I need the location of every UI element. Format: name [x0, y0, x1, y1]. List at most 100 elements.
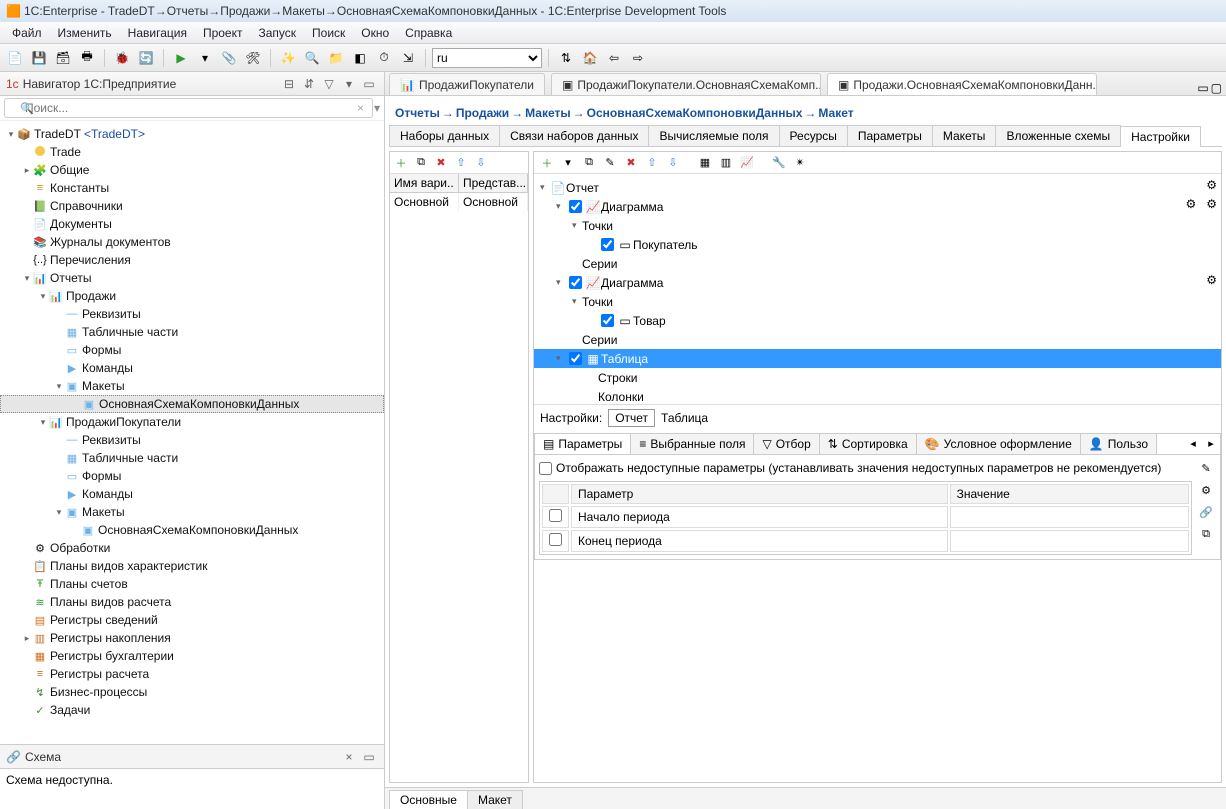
tab-links[interactable]: Связи наборов данных	[499, 125, 649, 146]
add-icon[interactable]: ＋	[392, 154, 410, 172]
run-icon[interactable]: ▶	[170, 47, 192, 69]
add-dropdown-icon[interactable]: ▾	[559, 154, 577, 172]
folder-find-icon[interactable]: 📁	[325, 47, 347, 69]
tree-selected-item[interactable]: ▣ОсновнаяСхемаКомпоновкиДанных	[0, 395, 384, 413]
tab-filter[interactable]: ▽Отбор	[754, 434, 819, 454]
wand-icon[interactable]: ✨	[277, 47, 299, 69]
new-icon[interactable]: 📄	[4, 47, 26, 69]
language-select[interactable]: ru	[432, 48, 542, 68]
delete-icon[interactable]: ✖	[622, 154, 640, 172]
settings-icon[interactable]: ⚙	[1206, 197, 1217, 211]
nav-back-icon[interactable]: ⇦	[603, 47, 625, 69]
menu-window[interactable]: Окно	[353, 24, 397, 42]
menu-file[interactable]: Файл	[4, 24, 50, 42]
tab-cond-appearance[interactable]: 🎨Условное оформление	[917, 434, 1081, 454]
save-icon[interactable]: 💾	[28, 47, 50, 69]
group-icon[interactable]: ▦	[696, 154, 714, 172]
mark-icon[interactable]: ◧	[349, 47, 371, 69]
tools-icon[interactable]: 🛠	[242, 47, 264, 69]
node-checkbox[interactable]	[569, 200, 582, 213]
menu-edit[interactable]: Изменить	[50, 24, 120, 42]
col-variant-pres[interactable]: Представ...	[459, 174, 528, 192]
print-icon[interactable]: 🖶	[76, 47, 98, 69]
minimize-icon[interactable]: ▭	[360, 75, 378, 93]
show-unavailable-checkbox[interactable]	[539, 462, 552, 475]
props-icon[interactable]: ⚙	[1197, 481, 1215, 499]
settings-icon[interactable]: ⚙	[1206, 273, 1217, 287]
refresh-icon[interactable]: 🔄	[135, 47, 157, 69]
chart-icon[interactable]: 📈	[738, 154, 756, 172]
tab-resources[interactable]: Ресурсы	[779, 125, 848, 146]
nav-fwd-icon[interactable]: ⇨	[627, 47, 649, 69]
copy-icon[interactable]: ⧉	[1197, 525, 1215, 543]
param-row[interactable]: Конец периода	[542, 530, 1189, 552]
minimize-editor-icon[interactable]: ▭	[1197, 81, 1208, 95]
link-editor-icon[interactable]: ⇵	[300, 75, 318, 93]
delete-icon[interactable]: ✖	[432, 154, 450, 172]
node-checkbox[interactable]	[569, 352, 582, 365]
tab-calc[interactable]: Вычисляемые поля	[648, 125, 779, 146]
param-checkbox[interactable]	[549, 533, 562, 546]
run-dropdown-icon[interactable]: ▾	[194, 47, 216, 69]
move-down-icon[interactable]: ⇩	[664, 154, 682, 172]
custom-icon[interactable]: ✴	[791, 154, 809, 172]
menu-search[interactable]: Поиск	[304, 24, 353, 42]
collapse-all-icon[interactable]: ⊟	[280, 75, 298, 93]
copy-icon[interactable]: ⧉	[580, 154, 598, 172]
view-menu-icon[interactable]: ▾	[340, 75, 358, 93]
attach-icon[interactable]: 📎	[218, 47, 240, 69]
param-checkbox[interactable]	[549, 509, 562, 522]
menu-run[interactable]: Запуск	[250, 24, 304, 42]
variant-row[interactable]: Основной Основной	[390, 193, 528, 211]
minimize-icon[interactable]: ▭	[360, 748, 378, 766]
tab-parameters[interactable]: ▤Параметры	[535, 434, 631, 454]
navigator-tree[interactable]: ▾📦TradeDT <TradeDT> Trade ▸🧩Общие ≡Конст…	[0, 121, 384, 744]
move-up-icon[interactable]: ⇧	[643, 154, 661, 172]
export-icon[interactable]: ⇲	[397, 47, 419, 69]
move-down-icon[interactable]: ⇩	[472, 154, 490, 172]
search-options-icon[interactable]: ▾	[374, 101, 380, 115]
search-icon[interactable]: 🔍	[301, 47, 323, 69]
saveall-icon[interactable]: 🗃	[52, 47, 74, 69]
tab-datasets[interactable]: Наборы данных	[389, 125, 500, 146]
col-parameter[interactable]: Параметр	[571, 484, 948, 504]
structure-selected[interactable]: ▾▦Таблица	[534, 349, 1221, 368]
tab-layouts[interactable]: Макеты	[932, 125, 997, 146]
structure-tree[interactable]: ▾📄Отчет⚙ ▾📈Диаграмма⚙⚙ ▾Точки ▭Покупател…	[534, 174, 1221, 404]
props-icon[interactable]: 🔧	[770, 154, 788, 172]
editor-tab-2[interactable]: ▣ПродажиПокупатели.ОсновнаяСхемаКомп...	[551, 73, 821, 95]
tab-nested[interactable]: Вложенные схемы	[995, 125, 1121, 146]
move-up-icon[interactable]: ⇧	[452, 154, 470, 172]
add-item-icon[interactable]: ＋	[538, 154, 556, 172]
param-row[interactable]: Начало периода	[542, 506, 1189, 528]
settings-chip-report[interactable]: Отчет	[608, 409, 655, 427]
tab-user[interactable]: 👤Пользо	[1081, 434, 1157, 454]
link-icon[interactable]: 🔗	[1197, 503, 1215, 521]
bottom-tab-main[interactable]: Основные	[389, 790, 468, 809]
scroll-right-icon[interactable]: ▸	[1202, 434, 1220, 452]
settings-icon[interactable]: ⚙	[1206, 178, 1217, 192]
scroll-left-icon[interactable]: ◂	[1184, 434, 1202, 452]
clear-search-icon[interactable]: ×	[357, 101, 364, 115]
close-icon[interactable]: ×	[340, 748, 358, 766]
menu-help[interactable]: Справка	[397, 24, 460, 42]
bottom-tab-layout[interactable]: Макет	[467, 790, 523, 809]
navigator-search-input[interactable]	[4, 98, 373, 118]
tab-selected-fields[interactable]: ≡Выбранные поля	[631, 434, 754, 454]
edit-icon[interactable]: ✎	[1197, 459, 1215, 477]
tab-sort[interactable]: ⇅Сортировка	[820, 434, 917, 454]
timer-icon[interactable]: ⏱	[373, 47, 395, 69]
node-checkbox[interactable]	[601, 238, 614, 251]
tab-params[interactable]: Параметры	[847, 125, 933, 146]
copy-icon[interactable]: ⧉	[412, 154, 430, 172]
menu-project[interactable]: Проект	[195, 24, 251, 42]
node-checkbox[interactable]	[601, 314, 614, 327]
col-value[interactable]: Значение	[950, 484, 1189, 504]
editor-tab-3[interactable]: ▣Продажи.ОсновнаяСхемаКомпоновкиДанн...×	[827, 73, 1097, 95]
maximize-editor-icon[interactable]: ▢	[1211, 81, 1222, 95]
editor-tab-1[interactable]: 📊ПродажиПокупатели	[389, 73, 545, 95]
node-checkbox[interactable]	[569, 276, 582, 289]
tab-settings[interactable]: Настройки	[1120, 126, 1201, 147]
bug-icon[interactable]: 🐞	[111, 47, 133, 69]
col-variant-name[interactable]: Имя вари..	[390, 174, 459, 192]
